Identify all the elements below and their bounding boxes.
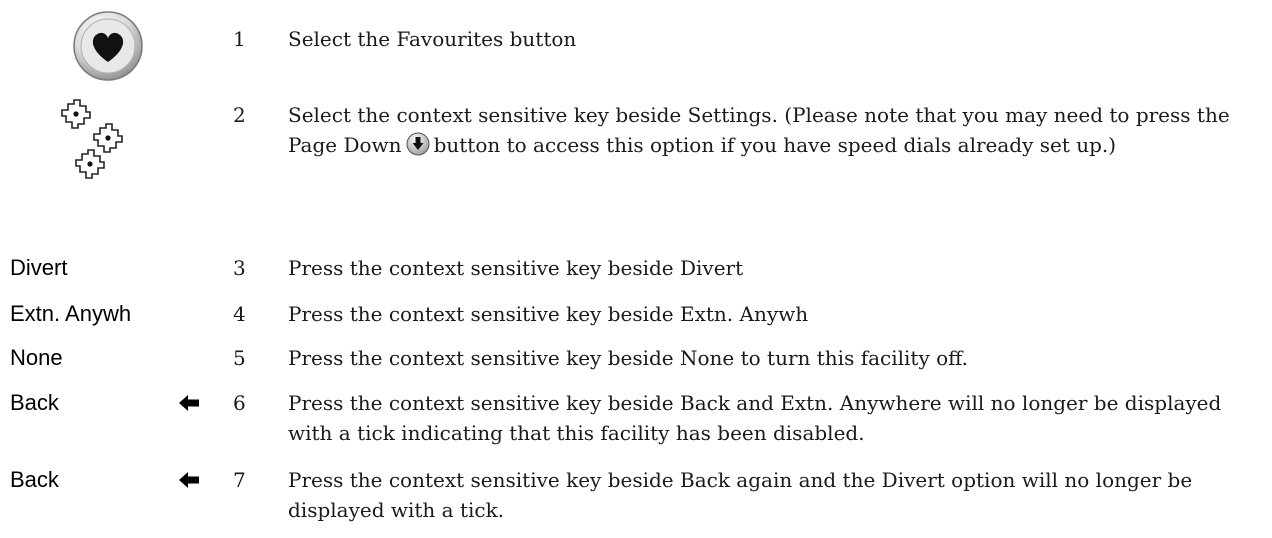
step-text: Select the Favourites button [288,27,577,51]
step-text: Press the context sensitive key beside E… [288,302,809,326]
step-text: Press the context sensitive key beside D… [288,256,744,280]
step-number: 7 [233,468,246,492]
step-number: 2 [233,103,246,127]
softkey-label-back: Back [10,467,59,492]
step-number: 1 [233,27,246,51]
step-text: Press the context sensitive key beside B… [288,391,1222,445]
softkey-label-none: None [10,345,63,370]
back-arrow-icon [179,472,199,488]
step-number: 6 [233,391,246,415]
step-text: Select the context sensitive key beside … [288,100,1258,160]
softkey-label-back: Back [10,390,59,415]
page-down-icon [406,132,430,156]
step-text: Press the context sensitive key beside N… [288,346,968,370]
softkey-label-divert: Divert [10,255,68,280]
step-number: 4 [233,302,246,326]
context-sensitive-keys-icon [61,99,123,179]
step-text-after: button to access this option if you have… [433,133,1117,157]
step-number: 3 [233,256,246,280]
step-text: Press the context sensitive key beside B… [288,468,1193,522]
back-arrow-icon [179,395,199,411]
softkey-label-extn-anywh: Extn. Anywh [10,301,132,326]
step-number: 5 [233,346,246,370]
favourites-heart-icon [73,11,143,81]
